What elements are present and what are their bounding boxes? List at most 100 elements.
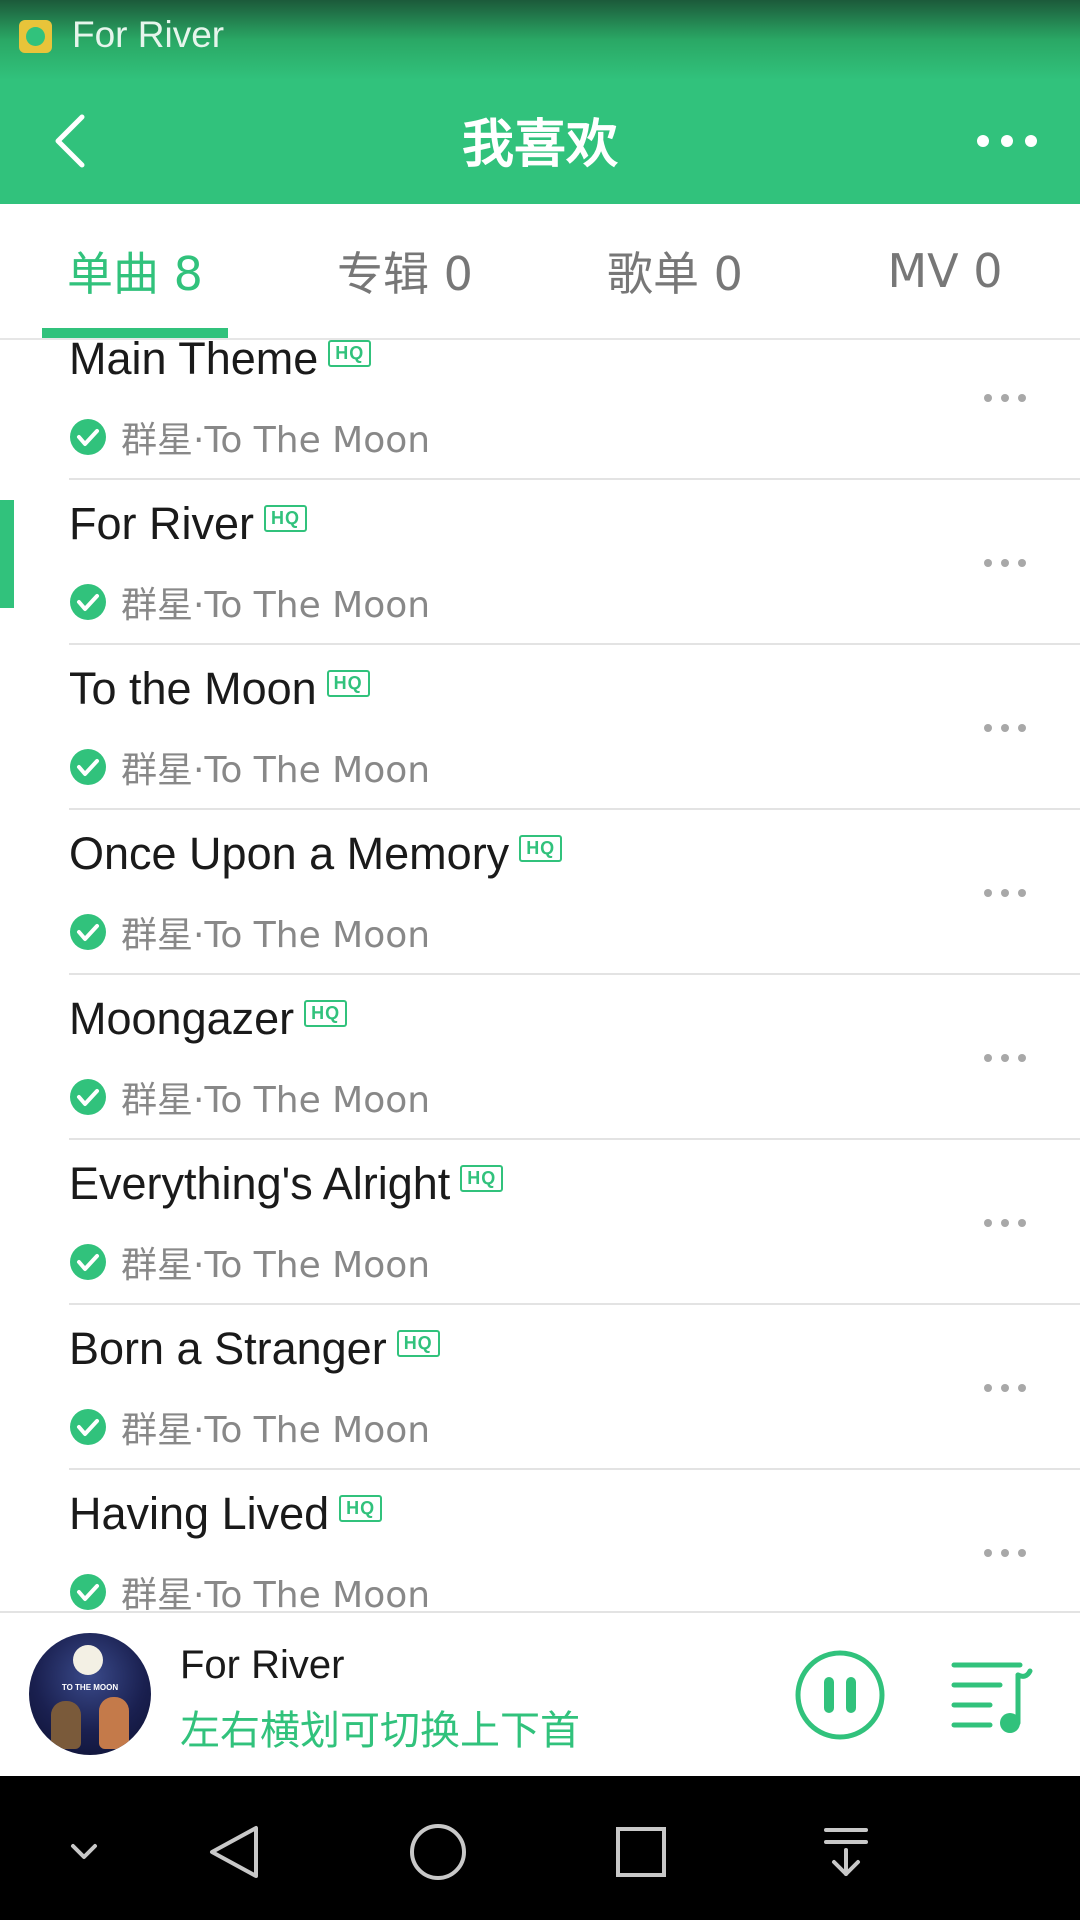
song-row[interactable]: Born a Stranger HQ 群星·To The Moon [0, 1305, 1080, 1470]
song-artist: 群星·To The Moon [121, 585, 431, 626]
more-horizontal-icon [983, 888, 1027, 898]
song-meta-line: 群星·To The Moon [69, 1566, 430, 1610]
song-title-line: To the Moon HQ [69, 663, 370, 715]
song-title: To the Moon [69, 663, 317, 714]
song-title: Once Upon a Memory [69, 828, 510, 879]
status-bar-title: For River [72, 14, 225, 55]
album-cover-text: TO THE MOON [61, 1683, 119, 1692]
song-title: Moongazer [69, 993, 295, 1044]
back-triangle-icon [210, 1826, 258, 1878]
playlist-button[interactable] [950, 1653, 1034, 1737]
now-playing-title: For River [180, 1643, 345, 1687]
song-title-line: Main Theme HQ [69, 340, 372, 385]
more-horizontal-icon [983, 393, 1027, 403]
hide-nav-button[interactable] [44, 1812, 124, 1892]
song-artist: 群星·To The Moon [121, 1575, 431, 1610]
tab-albums[interactable]: 专辑 0 [290, 204, 520, 338]
song-artist: 群星·To The Moon [121, 1410, 431, 1451]
album-cover[interactable]: TO THE MOON [29, 1633, 151, 1755]
song-row[interactable]: Main Theme HQ 群星·To The Moon [0, 340, 1080, 480]
home-circle-icon [410, 1824, 466, 1880]
system-home-button[interactable] [398, 1812, 478, 1892]
song-more-button[interactable] [970, 698, 1040, 758]
hq-badge: HQ [460, 1164, 504, 1192]
hq-badge: HQ [304, 999, 348, 1027]
system-recents-button[interactable] [601, 1812, 681, 1892]
page-title: 我喜欢 [461, 115, 618, 175]
more-horizontal-icon [977, 135, 1037, 147]
song-meta-line: 群星·To The Moon [69, 1401, 430, 1453]
downloaded-check-icon [69, 1408, 107, 1446]
more-horizontal-icon [983, 558, 1027, 568]
more-button[interactable] [972, 116, 1042, 166]
more-horizontal-icon [983, 1053, 1027, 1063]
song-title: Everything's Alright [69, 1158, 451, 1209]
tab-playlists[interactable]: 歌单 0 [560, 204, 790, 338]
song-more-button[interactable] [970, 1028, 1040, 1088]
song-meta-line: 群星·To The Moon [69, 1236, 430, 1288]
song-more-button[interactable] [970, 1193, 1040, 1253]
hq-badge: HQ [264, 504, 308, 532]
hq-badge: HQ [396, 1329, 440, 1357]
song-title: Born a Stranger [69, 1323, 387, 1374]
song-artist: 群星·To The Moon [121, 1245, 431, 1286]
notification-pulldown-button[interactable] [806, 1812, 886, 1892]
song-more-button[interactable] [970, 1358, 1040, 1418]
playlist-icon [951, 1662, 1033, 1733]
hq-badge: HQ [326, 669, 370, 697]
song-meta-line: 群星·To The Moon [69, 741, 430, 793]
pause-icon [795, 1650, 885, 1740]
mini-player[interactable]: TO THE MOON For River 左右横划可切换上下首 [0, 1611, 1080, 1776]
song-row[interactable]: Having Lived HQ 群星·To The Moon [0, 1470, 1080, 1610]
tab-bar: 单曲 8 专辑 0 歌单 0 MV 0 [0, 204, 1080, 340]
song-more-button[interactable] [970, 1523, 1040, 1583]
more-horizontal-icon [983, 1548, 1027, 1558]
active-tab-indicator [42, 328, 228, 338]
song-row[interactable]: Once Upon a Memory HQ 群星·To The Moon [0, 810, 1080, 975]
song-title-line: For River HQ [69, 498, 308, 550]
more-horizontal-icon [983, 1218, 1027, 1228]
song-title-line: Once Upon a Memory HQ [69, 828, 563, 880]
tab-mv[interactable]: MV 0 [830, 204, 1060, 338]
chevron-down-icon [71, 1844, 97, 1859]
song-more-button[interactable] [970, 368, 1040, 428]
song-meta-line: 群星·To The Moon [69, 1071, 430, 1123]
song-meta-line: 群星·To The Moon [69, 906, 430, 958]
system-navigation-bar [0, 1776, 1080, 1920]
hq-badge: HQ [328, 340, 372, 367]
song-title: Main Theme [69, 340, 319, 384]
song-more-button[interactable] [970, 863, 1040, 923]
song-artist: 群星·To The Moon [121, 1080, 431, 1121]
pause-button[interactable] [794, 1649, 886, 1741]
song-artist: 群星·To The Moon [121, 420, 431, 461]
song-row[interactable]: Everything's Alright HQ 群星·To The Moon [0, 1140, 1080, 1305]
tab-singles[interactable]: 单曲 8 [20, 204, 250, 338]
song-row[interactable]: To the Moon HQ 群星·To The Moon [0, 645, 1080, 810]
downloaded-check-icon [69, 418, 107, 456]
song-title-line: Born a Stranger HQ [69, 1323, 440, 1375]
song-title: Having Lived [69, 1488, 330, 1539]
song-list[interactable]: Main Theme HQ 群星·To The Moon For River HQ 群星·… [0, 340, 1080, 1610]
song-row[interactable]: Moongazer HQ 群星·To The Moon [0, 975, 1080, 1140]
downloaded-check-icon [69, 583, 107, 621]
notification-pulldown-icon [824, 1828, 868, 1876]
status-bar: For River [0, 0, 1080, 76]
downloaded-check-icon [69, 1243, 107, 1281]
song-row[interactable]: For River HQ 群星·To The Moon [0, 480, 1080, 645]
song-title-line: Having Lived HQ [69, 1488, 383, 1540]
more-horizontal-icon [983, 1383, 1027, 1393]
song-meta-line: 群星·To The Moon [69, 576, 430, 628]
song-title-line: Moongazer HQ [69, 993, 348, 1045]
song-title-line: Everything's Alright HQ [69, 1158, 504, 1210]
recents-square-icon [616, 1827, 666, 1877]
song-artist: 群星·To The Moon [121, 750, 431, 791]
system-back-button[interactable] [194, 1812, 274, 1892]
song-meta-line: 群星·To The Moon [69, 411, 430, 463]
app-header: For River 我喜欢 [0, 0, 1080, 204]
downloaded-check-icon [69, 748, 107, 786]
downloaded-check-icon [69, 1573, 107, 1610]
song-title: For River [69, 498, 255, 549]
downloaded-check-icon [69, 1078, 107, 1116]
song-more-button[interactable] [970, 533, 1040, 593]
nav-bar: 我喜欢 [0, 76, 1080, 204]
